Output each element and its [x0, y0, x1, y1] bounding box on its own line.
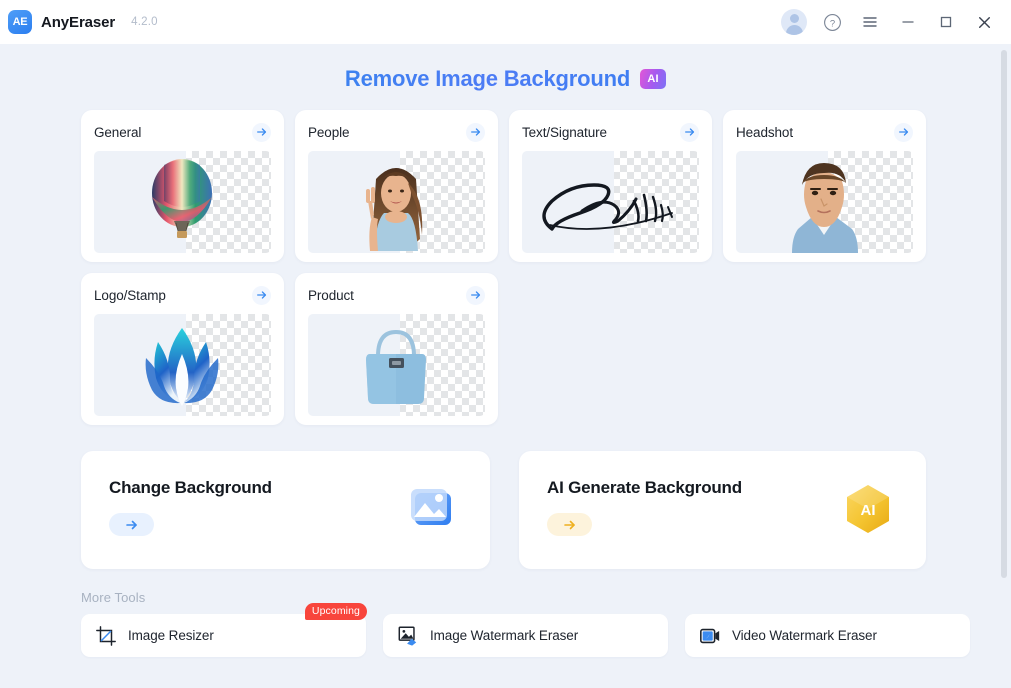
card-thumbnail [308, 151, 485, 253]
upcoming-badge: Upcoming [304, 603, 367, 620]
account-avatar-icon [781, 9, 807, 35]
arrow-right-icon [125, 520, 137, 529]
card-thumbnail [308, 314, 485, 416]
arrow-right-icon [898, 128, 908, 136]
ai-badge: AI [640, 69, 667, 89]
card-header: Product [308, 285, 485, 305]
card-title: General [94, 124, 142, 140]
app-logo-icon: AE [8, 10, 32, 34]
ai-hex-icon: AI [847, 485, 889, 533]
main-content: Remove Image Background AI General Peopl… [0, 44, 1011, 688]
arrow-right-icon [470, 291, 480, 299]
card-thumbnail [94, 314, 271, 416]
tool-image-resizer[interactable]: Image Resizer Upcoming [81, 603, 367, 657]
menu-button[interactable] [853, 5, 887, 39]
card-arrow-button[interactable] [252, 285, 271, 305]
card-header: General [94, 122, 271, 142]
card-header: People [308, 122, 485, 142]
menu-icon [863, 17, 877, 27]
card-header: Logo/Stamp [94, 285, 271, 305]
crop-icon [96, 625, 116, 646]
tool-label: Video Watermark Eraser [732, 628, 877, 643]
window-controls: ? [777, 5, 1011, 39]
card-title: People [308, 124, 350, 140]
woman-portrait-image [366, 168, 423, 251]
arrow-right-icon [256, 291, 266, 299]
card-text-signature[interactable]: Text/Signature [509, 110, 712, 262]
card-arrow-button[interactable] [894, 122, 913, 142]
card-thumbnail [522, 151, 699, 253]
feature-ai-generate-background[interactable]: AI Generate Background AI [519, 451, 926, 569]
minimize-button[interactable] [891, 5, 925, 39]
feature-arrow-button[interactable] [547, 513, 592, 536]
card-thumbnail [736, 151, 913, 253]
tool-label: Image Watermark Eraser [430, 628, 579, 643]
title-bar: AE AnyEraser 4.2.0 ? [0, 0, 1011, 44]
page-title-row: Remove Image Background AI [0, 44, 1011, 110]
card-header: Headshot [736, 122, 913, 142]
account-button[interactable] [777, 5, 811, 39]
svg-text:AI: AI [861, 502, 876, 519]
card-people[interactable]: People [295, 110, 498, 262]
scrollbar[interactable] [1000, 50, 1008, 682]
card-title: Logo/Stamp [94, 287, 166, 303]
help-icon: ? [823, 13, 841, 31]
app-version: 4.2.0 [131, 16, 158, 28]
flame-logo-image [145, 328, 219, 406]
close-button[interactable] [967, 5, 1001, 39]
more-tools-row: Image Resizer Upcoming Image Watermark E… [0, 603, 1011, 657]
man-headshot-image [792, 163, 858, 253]
handbag-image [366, 329, 426, 404]
signature-image [542, 183, 673, 231]
card-arrow-button[interactable] [466, 285, 485, 305]
close-icon [978, 16, 990, 28]
card-header: Text/Signature [522, 122, 699, 142]
app-brand: AE AnyEraser 4.2.0 [8, 10, 158, 34]
maximize-icon [940, 16, 952, 28]
maximize-button[interactable] [929, 5, 963, 39]
app-title: AnyEraser [41, 13, 116, 31]
tool-image-watermark-eraser[interactable]: Image Watermark Eraser [383, 614, 668, 657]
help-button[interactable]: ? [815, 5, 849, 39]
video-eraser-icon [700, 628, 720, 643]
arrow-right-icon [563, 520, 575, 529]
card-title: Headshot [736, 124, 793, 140]
card-product[interactable]: Product [295, 273, 498, 425]
card-arrow-button[interactable] [252, 122, 271, 142]
card-arrow-button[interactable] [680, 122, 699, 142]
arrow-right-icon [470, 128, 480, 136]
arrow-right-icon [684, 128, 694, 136]
image-icon [411, 489, 451, 525]
balloon-image [152, 159, 212, 238]
page-title: Remove Image Background [344, 66, 631, 91]
tool-card-grid: General People Text/Signature Headshot L… [0, 110, 1011, 425]
feature-arrow-button[interactable] [109, 513, 154, 536]
card-logo-stamp[interactable]: Logo/Stamp [81, 273, 284, 425]
image-eraser-icon [398, 626, 417, 646]
feature-card-row: Change Background AI Generate Background… [0, 425, 1011, 569]
feature-change-background[interactable]: Change Background [81, 451, 490, 569]
card-arrow-button[interactable] [466, 122, 485, 142]
card-general[interactable]: General [81, 110, 284, 262]
tool-video-watermark-eraser[interactable]: Video Watermark Eraser [685, 614, 970, 657]
scrollbar-thumb[interactable] [1001, 50, 1007, 578]
card-thumbnail [94, 151, 271, 253]
tool-label: Image Resizer [128, 628, 214, 643]
svg-text:?: ? [829, 18, 834, 29]
card-title: Text/Signature [522, 124, 607, 140]
minimize-icon [902, 21, 914, 23]
more-tools-label: More Tools [81, 590, 146, 605]
card-headshot[interactable]: Headshot [723, 110, 926, 262]
arrow-right-icon [256, 128, 266, 136]
card-title: Product [308, 287, 354, 303]
